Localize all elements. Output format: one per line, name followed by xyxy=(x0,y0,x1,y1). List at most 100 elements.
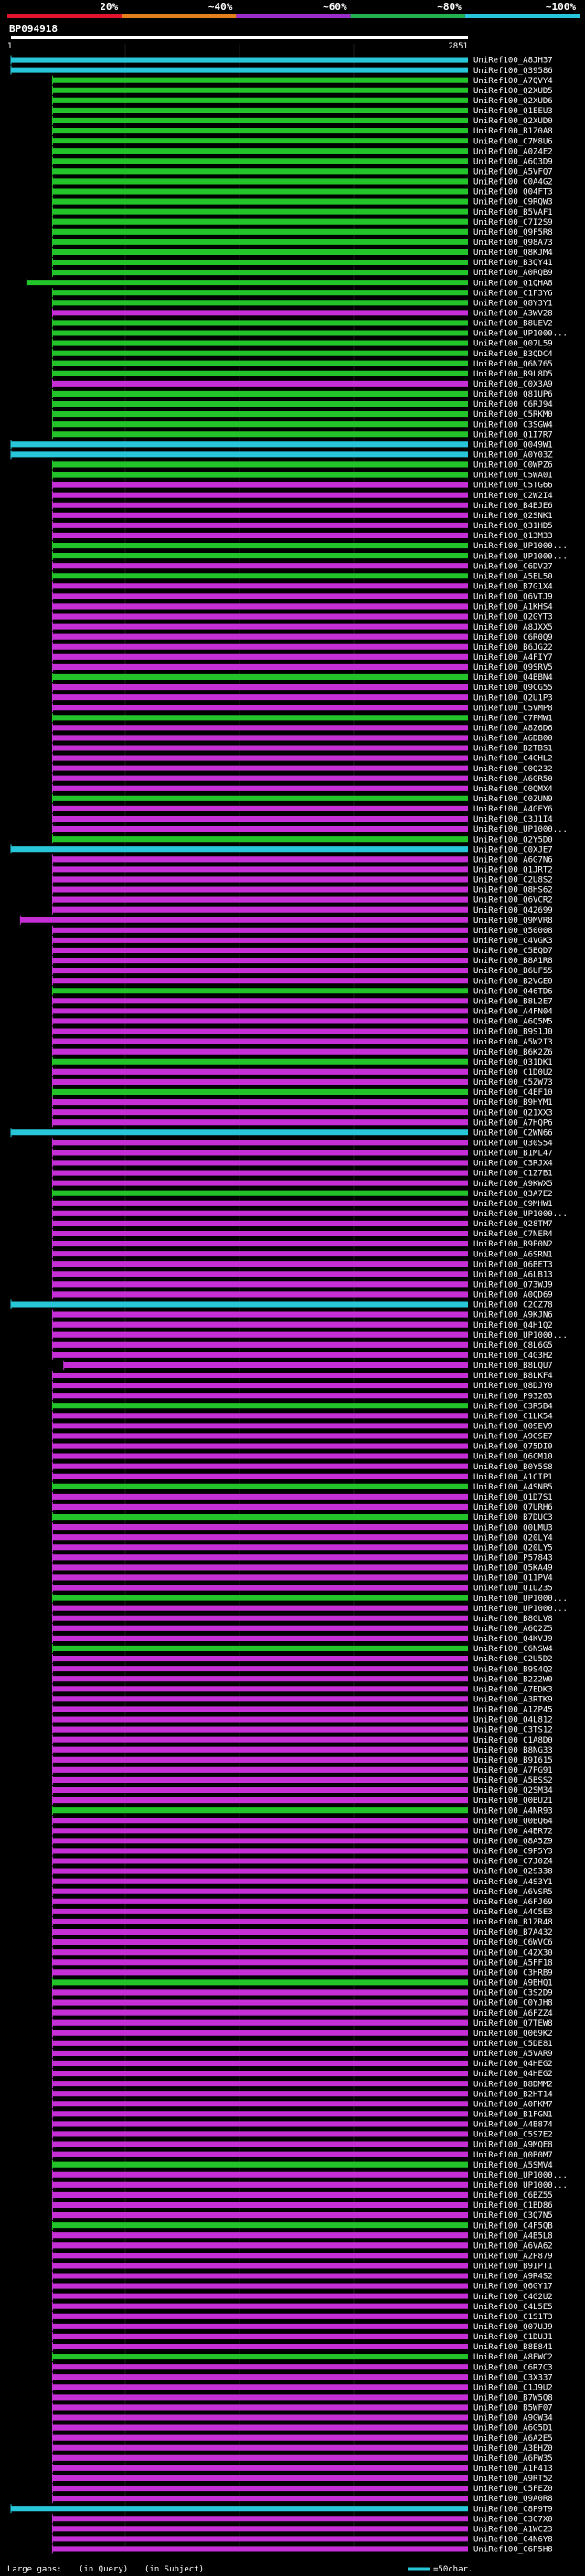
hit-row[interactable]: UniRef100_C2U5D2 xyxy=(51,1654,553,1664)
hit-label[interactable]: UniRef100_Q3A7E2 xyxy=(473,1190,553,1199)
hit-label[interactable]: UniRef100_C5BQD7 xyxy=(473,947,553,956)
hit-row[interactable]: UniRef100_Q6N765 xyxy=(51,358,553,369)
hit-row[interactable]: UniRef100_A8JH37 xyxy=(10,55,553,66)
hit-label[interactable]: UniRef100_B9HYM1 xyxy=(473,1098,553,1108)
hit-row[interactable]: UniRef100_Q7TEW8 xyxy=(51,2018,553,2029)
hit-label[interactable]: UniRef100_A9R4S2 xyxy=(473,2273,553,2282)
hit-row[interactable]: UniRef100_Q2GYT3 xyxy=(51,611,553,622)
hit-label[interactable]: UniRef100_A5SMV4 xyxy=(473,2161,553,2170)
hit-label[interactable]: UniRef100_B2VGE0 xyxy=(473,977,553,986)
hit-label[interactable]: UniRef100_A8JH37 xyxy=(473,57,553,66)
hit-row[interactable]: UniRef100_A5EL50 xyxy=(51,571,553,581)
hit-row[interactable]: UniRef100_Q39586 xyxy=(10,65,553,76)
hit-row[interactable]: UniRef100_C4F5QB xyxy=(51,2221,553,2231)
hit-row[interactable]: UniRef100_A4NR93 xyxy=(51,1806,553,1816)
hit-label[interactable]: UniRef100_A6Q2Z5 xyxy=(473,1625,553,1634)
hit-label[interactable]: UniRef100_A9BHQ1 xyxy=(473,1979,553,1988)
hit-row[interactable]: UniRef100_Q31HD5 xyxy=(51,520,553,531)
hit-row[interactable]: UniRef100_A4B5L8 xyxy=(51,2231,553,2241)
hit-row[interactable]: UniRef100_C6R0Q9 xyxy=(51,631,553,642)
hit-row[interactable]: UniRef100_C3S2D9 xyxy=(51,1988,553,1998)
hit-label[interactable]: UniRef100_C5WA01 xyxy=(473,472,553,481)
hit-label[interactable]: UniRef100_A6GR50 xyxy=(473,775,553,784)
hit-label[interactable]: UniRef100_A4BR72 xyxy=(473,1827,553,1836)
hit-label[interactable]: UniRef100_Q50008 xyxy=(473,927,553,936)
hit-row[interactable]: UniRef100_A7QVY4 xyxy=(51,75,553,86)
hit-row[interactable]: UniRef100_A6Q2Z5 xyxy=(51,1623,553,1634)
hit-row[interactable]: UniRef100_C5FEZ0 xyxy=(51,2484,553,2494)
hit-row[interactable]: UniRef100_A9BHQ1 xyxy=(51,1977,553,1988)
hit-label[interactable]: UniRef100_C5ZW73 xyxy=(473,1078,553,1087)
hit-label[interactable]: UniRef100_UP1000... xyxy=(473,542,568,551)
hit-label[interactable]: UniRef100_C1F3Y6 xyxy=(473,289,553,298)
hit-label[interactable]: UniRef100_C3J1I4 xyxy=(473,815,553,824)
hit-row[interactable]: UniRef100_A6G7N6 xyxy=(51,854,553,864)
hit-row[interactable]: UniRef100_A4BR72 xyxy=(51,1826,553,1836)
hit-row[interactable]: UniRef100_A6Q3D9 xyxy=(51,156,553,166)
hit-row[interactable]: UniRef100_B1ZR48 xyxy=(51,1916,553,1927)
hit-row[interactable]: UniRef100_B3QDC4 xyxy=(51,348,553,359)
hit-label[interactable]: UniRef100_Q4H1Q2 xyxy=(473,1321,553,1330)
hit-label[interactable]: UniRef100_C0Q232 xyxy=(473,765,553,774)
hit-row[interactable]: UniRef100_C3R5B4 xyxy=(51,1401,553,1411)
hit-label[interactable]: UniRef100_A6G7N6 xyxy=(473,855,553,864)
hit-row[interactable]: UniRef100_A8JXX5 xyxy=(51,621,553,632)
hit-row[interactable]: UniRef100_C1DUJ1 xyxy=(51,2331,553,2342)
hit-row[interactable]: UniRef100_A1CIP1 xyxy=(51,1471,553,1482)
hit-label[interactable]: UniRef100_A4NR93 xyxy=(473,1807,553,1816)
hit-label[interactable]: UniRef100_A0Y03Z xyxy=(473,451,553,461)
hit-label[interactable]: UniRef100_B7DUC3 xyxy=(473,1513,553,1522)
hit-row[interactable]: UniRef100_C4G3H2 xyxy=(51,1350,553,1361)
hit-row[interactable]: UniRef100_UP1000... xyxy=(51,541,568,551)
hit-row[interactable]: UniRef100_Q8KJM4 xyxy=(51,247,553,258)
hit-row[interactable]: UniRef100_B9S1J0 xyxy=(51,1026,553,1037)
hit-label[interactable]: UniRef100_Q8Y3Y1 xyxy=(473,299,553,308)
hit-row[interactable]: UniRef100_Q21XX3 xyxy=(51,1108,553,1118)
hit-row[interactable]: UniRef100_C0QMX4 xyxy=(51,783,553,794)
hit-row[interactable]: UniRef100_B8UEV2 xyxy=(51,318,553,329)
hit-label[interactable]: UniRef100_Q07L59 xyxy=(473,340,553,349)
hit-row[interactable]: UniRef100_C4ZX30 xyxy=(51,1947,553,1957)
hit-row[interactable]: UniRef100_C0WPZ6 xyxy=(51,460,553,471)
hit-label[interactable]: UniRef100_Q1I7R7 xyxy=(473,430,553,440)
hit-label[interactable]: UniRef100_Q75DI0 xyxy=(473,1443,553,1452)
hit-label[interactable]: UniRef100_B1ZR48 xyxy=(473,1918,553,1927)
hit-label[interactable]: UniRef100_A3EHZ0 xyxy=(473,2444,553,2454)
hit-label[interactable]: UniRef100_C3Q7N5 xyxy=(473,2211,553,2221)
hit-row[interactable]: UniRef100_C4EF10 xyxy=(51,1087,553,1097)
hit-row[interactable]: UniRef100_Q2SNK1 xyxy=(51,510,553,521)
hit-label[interactable]: UniRef100_C3HRB9 xyxy=(473,1968,553,1977)
hit-row[interactable]: UniRef100_B8LKF4 xyxy=(51,1371,553,1381)
hit-label[interactable]: UniRef100_C3S2D9 xyxy=(473,1989,553,1998)
hit-label[interactable]: UniRef100_A5W2I3 xyxy=(473,1038,553,1047)
hit-label[interactable]: UniRef100_Q2SNK1 xyxy=(473,512,553,521)
hit-row[interactable]: UniRef100_Q6VTJ9 xyxy=(51,591,553,602)
hit-label[interactable]: UniRef100_B8LQU7 xyxy=(473,1362,553,1371)
hit-label[interactable]: UniRef100_C5TG66 xyxy=(473,482,553,491)
hit-label[interactable]: UniRef100_Q4KVJ9 xyxy=(473,1635,553,1644)
hit-label[interactable]: UniRef100_C0WPZ6 xyxy=(473,461,553,471)
hit-label[interactable]: UniRef100_C3TS12 xyxy=(473,1726,553,1735)
hit-row[interactable]: UniRef100_A6FJ69 xyxy=(51,1896,553,1907)
hit-label[interactable]: UniRef100_A6Q5M5 xyxy=(473,1018,553,1027)
hit-label[interactable]: UniRef100_Q11PV4 xyxy=(473,1574,553,1584)
hit-label[interactable]: UniRef100_Q6VTJ9 xyxy=(473,593,553,602)
hit-row[interactable]: UniRef100_Q2XUD0 xyxy=(51,115,553,126)
hit-row[interactable]: UniRef100_C3Q7N5 xyxy=(51,2210,553,2221)
hit-label[interactable]: UniRef100_Q8DJY0 xyxy=(473,1382,553,1391)
hit-label[interactable]: UniRef100_C6DV27 xyxy=(473,562,553,571)
hit-label[interactable]: UniRef100_B8GLV8 xyxy=(473,1615,553,1624)
hit-row[interactable]: UniRef100_Q2S338 xyxy=(51,1866,553,1877)
hit-row[interactable]: UniRef100_B4BJE6 xyxy=(51,500,553,511)
hit-row[interactable]: UniRef100_A4B874 xyxy=(51,2119,553,2130)
hit-row[interactable]: UniRef100_C4GHL2 xyxy=(51,753,553,764)
hit-label[interactable]: UniRef100_C6RJ94 xyxy=(473,400,553,409)
hit-label[interactable]: UniRef100_Q5KA49 xyxy=(473,1564,553,1574)
hit-label[interactable]: UniRef100_UP1000... xyxy=(473,1210,568,1219)
hit-row[interactable]: UniRef100_A6A2E5 xyxy=(51,2433,553,2443)
hit-row[interactable]: UniRef100_C9MHW1 xyxy=(51,1198,553,1209)
hit-row[interactable]: UniRef100_Q1EEU3 xyxy=(51,105,553,116)
hit-label[interactable]: UniRef100_UP1000... xyxy=(473,2181,568,2190)
hit-label[interactable]: UniRef100_C0YJH8 xyxy=(473,1999,553,2009)
hit-row[interactable]: UniRef100_Q31DK1 xyxy=(51,1056,553,1067)
